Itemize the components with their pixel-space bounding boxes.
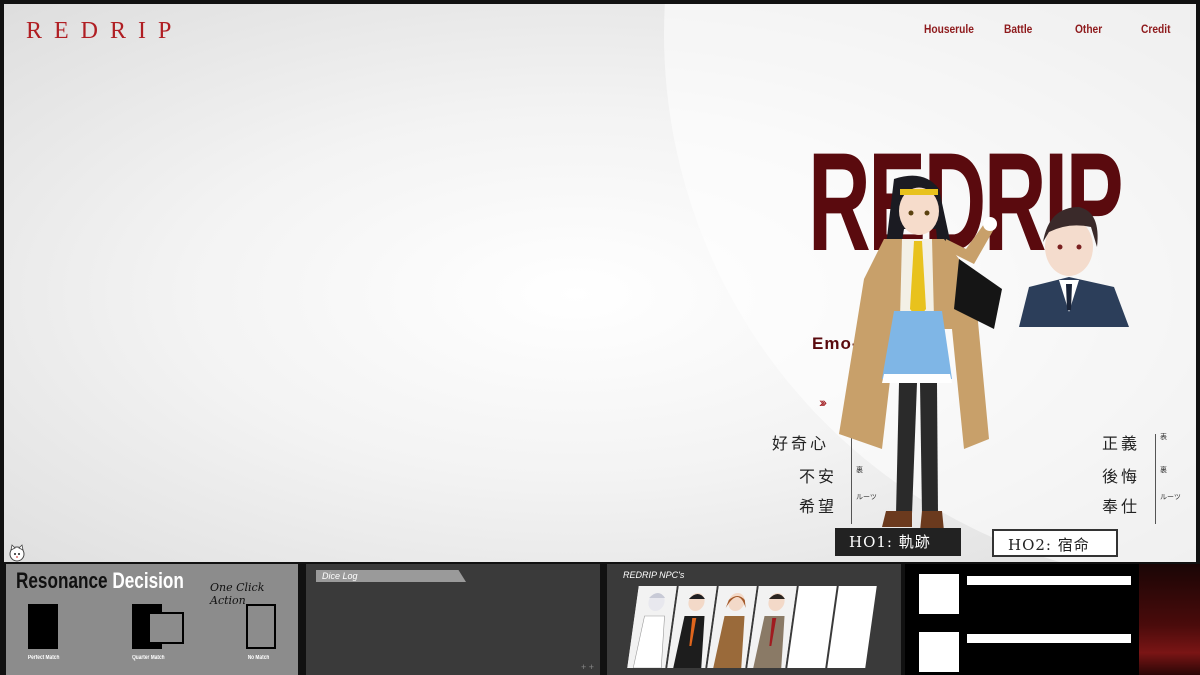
- trait-right-2: 後悔: [1102, 467, 1141, 486]
- no-match-label: No Match: [247, 655, 270, 661]
- site-logo[interactable]: REDRIP: [26, 18, 183, 45]
- ho2-button[interactable]: HO2: 宿命: [992, 529, 1118, 557]
- status-bar-2: [967, 634, 1131, 643]
- cat-logo-icon: [9, 544, 25, 562]
- dice-log-panel: Dice Log + +: [306, 564, 600, 675]
- nav-houserule[interactable]: Houserule: [924, 22, 974, 36]
- nav-other[interactable]: Other: [1075, 22, 1102, 36]
- dice-log-plus-icon[interactable]: + +: [581, 662, 594, 672]
- status-bar-1: [967, 576, 1131, 585]
- status-slot-1[interactable]: [919, 574, 959, 614]
- trait-right-3-tag: ルーツ: [1160, 493, 1181, 501]
- character-ho2-portrait: [1019, 207, 1129, 327]
- trait-right-divider: [1155, 434, 1156, 524]
- status-slot-2[interactable]: [919, 632, 959, 672]
- trait-right-1: 正義: [1102, 434, 1141, 453]
- resonance-title: Resonance Decision: [16, 568, 184, 594]
- resonance-title-b: Decision: [112, 568, 184, 593]
- resonance-title-a: Resonance: [16, 568, 108, 593]
- dice-log-tab[interactable]: Dice Log: [316, 570, 466, 582]
- quarter-match-button[interactable]: [132, 604, 184, 649]
- main-stage: REDRIP Houserule Battle Other Credit RED…: [4, 4, 1196, 562]
- trait-left-1: 好奇心: [772, 434, 830, 453]
- trait-right-2-tag: 裏: [1160, 466, 1167, 474]
- perfect-match-label: Perfect Match: [27, 655, 60, 661]
- trait-right-3: 奉仕: [1102, 497, 1141, 516]
- perfect-match-button[interactable]: [28, 604, 58, 649]
- trait-right-1-tag: 表: [1160, 433, 1167, 441]
- character-ho1-illustration: [839, 175, 1002, 531]
- npc-panel: REDRIP NPC's: [607, 564, 901, 675]
- nav-credit[interactable]: Credit: [1141, 22, 1170, 36]
- city-night-image: [1139, 564, 1200, 675]
- quarter-match-label: Quarter Match: [132, 655, 165, 661]
- npc-panel-title: REDRIP NPC's: [623, 570, 685, 580]
- no-match-button[interactable]: [246, 604, 276, 649]
- status-panel: [905, 564, 1200, 675]
- nav-battle[interactable]: Battle: [1004, 22, 1032, 36]
- ho1-button[interactable]: HO1: 軌跡: [835, 528, 961, 556]
- resonance-panel: Resonance Decision One Click Action Perf…: [6, 564, 298, 675]
